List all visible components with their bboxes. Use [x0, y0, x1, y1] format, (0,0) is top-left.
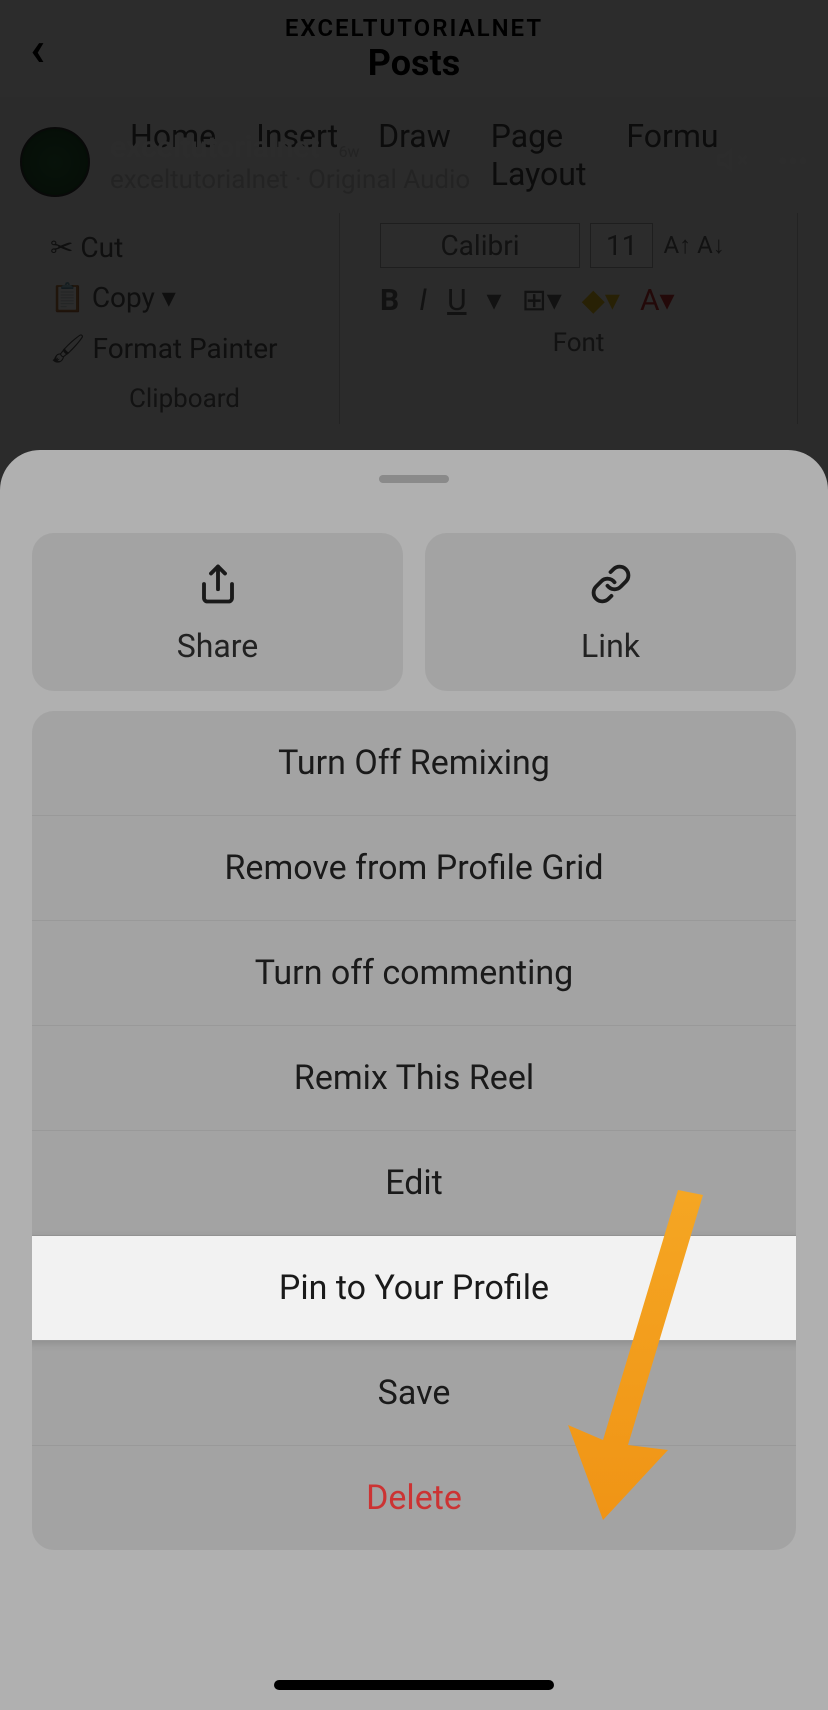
options-list: Turn Off RemixingRemove from Profile Gri… — [32, 711, 796, 1550]
home-indicator[interactable] — [274, 1680, 554, 1690]
option-delete[interactable]: Delete — [32, 1446, 796, 1550]
sheet-drag-handle[interactable] — [379, 475, 449, 483]
action-sheet: Share Link Turn Off RemixingRemove from … — [0, 450, 828, 1710]
option-turn-off-remixing[interactable]: Turn Off Remixing — [32, 711, 796, 816]
option-turn-off-commenting[interactable]: Turn off commenting — [32, 921, 796, 1026]
option-save[interactable]: Save — [32, 1341, 796, 1446]
option-remix-this-reel[interactable]: Remix This Reel — [32, 1026, 796, 1131]
share-label: Share — [177, 627, 259, 665]
share-button[interactable]: Share — [32, 533, 403, 691]
link-label: Link — [581, 627, 640, 665]
option-pin-to-profile[interactable]: Pin to Your Profile — [32, 1236, 796, 1341]
link-icon — [590, 563, 632, 609]
option-remove-from-grid[interactable]: Remove from Profile Grid — [32, 816, 796, 921]
share-icon — [197, 563, 239, 609]
link-button[interactable]: Link — [425, 533, 796, 691]
option-edit[interactable]: Edit — [32, 1131, 796, 1236]
